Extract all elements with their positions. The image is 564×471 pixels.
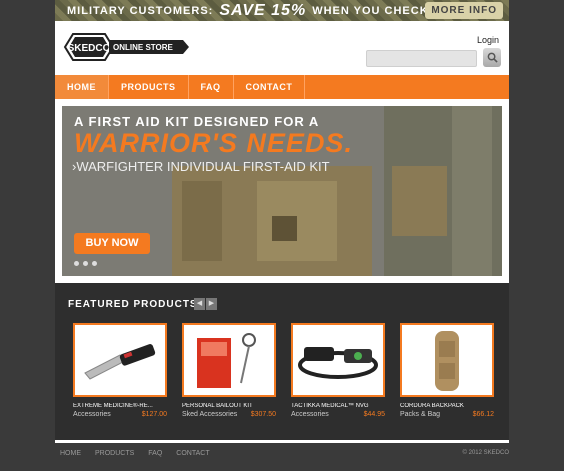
featured-title: FEATURED PRODUCTS xyxy=(68,299,198,310)
search-button[interactable] xyxy=(483,48,501,67)
product-card[interactable]: PERSONAL BAILOUT KIT Sked Accessories $3… xyxy=(182,323,276,422)
logo-subtext: ONLINE STORE xyxy=(113,43,174,52)
login-link[interactable]: Login xyxy=(477,35,499,45)
page-container: MILITARY CUSTOMERS: SAVE 15% WHEN YOU CH… xyxy=(55,0,509,443)
footer-link-contact[interactable]: CONTACT xyxy=(176,450,209,457)
product-name[interactable]: CORDURA BACKPACK xyxy=(400,403,494,409)
prev-arrow-icon[interactable]: ◀ xyxy=(194,298,205,310)
promo-banner[interactable]: MILITARY CUSTOMERS: SAVE 15% WHEN YOU CH… xyxy=(55,0,509,21)
nav-item-faq[interactable]: FAQ xyxy=(189,75,234,99)
slider-dot[interactable] xyxy=(83,261,88,266)
promo-text-1: MILITARY CUSTOMERS: xyxy=(67,4,214,17)
hero-line-1: A FIRST AID KIT DESIGNED FOR A xyxy=(74,114,320,129)
knife-icon xyxy=(84,344,156,380)
product-image[interactable] xyxy=(182,323,276,397)
more-info-button[interactable]: MORE INFO xyxy=(425,2,503,19)
footer-link-home[interactable]: HOME xyxy=(60,450,81,457)
logo-graphic: SKEDCO ONLINE STORE xyxy=(63,33,189,61)
logo-text: SKEDCO xyxy=(68,43,111,54)
product-price: $66.12 xyxy=(472,411,494,418)
footer-link-faq[interactable]: FAQ xyxy=(148,450,162,457)
slider-dot[interactable] xyxy=(74,261,79,266)
slider-dots xyxy=(74,261,97,266)
search-input[interactable] xyxy=(366,50,477,67)
product-category: Packs & Bag xyxy=(400,411,441,418)
copyright-text: © 2012 SKEDCO xyxy=(462,450,509,456)
product-image[interactable] xyxy=(291,323,385,397)
next-arrow-icon[interactable]: ▶ xyxy=(206,298,217,310)
product-name[interactable]: PERSONAL BAILOUT KIT xyxy=(182,403,276,409)
nav-item-products[interactable]: PRODUCTS xyxy=(109,75,189,99)
product-image[interactable] xyxy=(400,323,494,397)
product-name[interactable]: TACTIKKA MEDICAL™ NVG xyxy=(291,403,385,409)
product-name[interactable]: EXTREME MEDICINE®-RE... xyxy=(73,403,167,409)
search-icon xyxy=(487,52,498,63)
nav-item-contact[interactable]: CONTACT xyxy=(234,75,306,99)
slider-dot[interactable] xyxy=(92,261,97,266)
nav-item-home[interactable]: HOME xyxy=(55,75,109,99)
footer-link-products[interactable]: PRODUCTS xyxy=(95,450,134,457)
backpack-icon xyxy=(435,331,459,391)
product-card[interactable]: CORDURA BACKPACK Packs & Bag $66.12 xyxy=(400,323,494,422)
product-image[interactable] xyxy=(73,323,167,397)
product-price: $127.00 xyxy=(141,411,167,418)
product-price: $44.95 xyxy=(363,411,385,418)
bailout-kit-icon xyxy=(197,333,256,388)
promo-text-2: SAVE 15% xyxy=(219,1,307,19)
product-card[interactable]: EXTREME MEDICINE®-RE... Accessories $127… xyxy=(73,323,167,422)
carousel-arrows: ◀ ▶ xyxy=(194,298,217,310)
buy-now-button[interactable]: BUY NOW xyxy=(74,233,150,254)
hero-headline: WARRIOR'S NEEDS. xyxy=(74,128,353,158)
product-price: $307.50 xyxy=(250,411,276,418)
main-nav: HOME PRODUCTS FAQ CONTACT xyxy=(55,75,509,99)
footer-nav: HOME PRODUCTS FAQ CONTACT xyxy=(60,450,210,457)
headlamp-icon xyxy=(298,347,378,379)
product-category: Accessories xyxy=(73,411,111,418)
hero-subtitle: ›WARFIGHTER INDIVIDUAL FIRST-AID KIT xyxy=(72,159,330,174)
hero-slider[interactable]: A FIRST AID KIT DESIGNED FOR A WARRIOR'S… xyxy=(62,106,502,276)
product-category: Accessories xyxy=(291,411,329,418)
product-card[interactable]: TACTIKKA MEDICAL™ NVG Accessories $44.95 xyxy=(291,323,385,422)
featured-products: FEATURED PRODUCTS ◀ ▶ EXTREME MEDICINE®-… xyxy=(55,283,509,440)
product-category: Sked Accessories xyxy=(182,411,238,418)
skedco-logo[interactable]: SKEDCO ONLINE STORE xyxy=(63,32,189,62)
